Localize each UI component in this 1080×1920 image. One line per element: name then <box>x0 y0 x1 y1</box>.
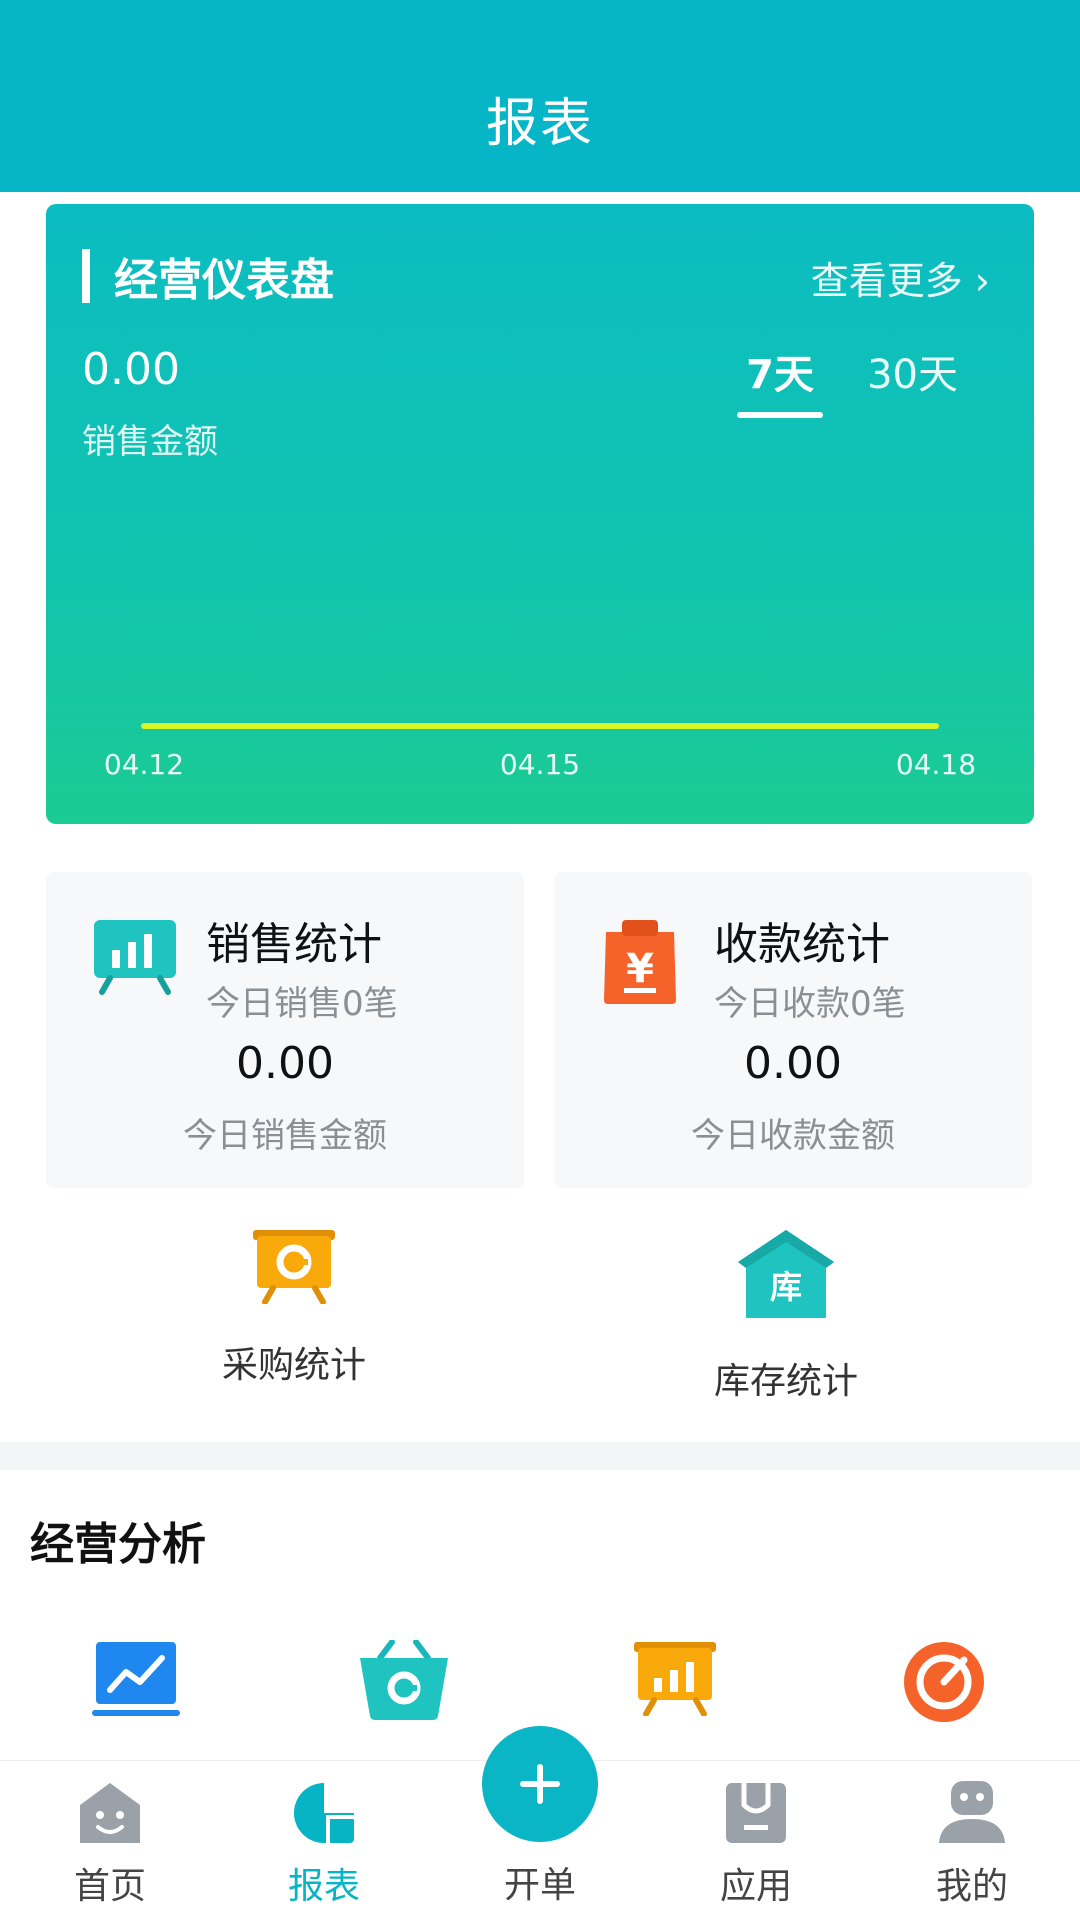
inventory-glyph: 库 <box>770 1268 802 1306</box>
gauge-icon[interactable] <box>902 1640 986 1724</box>
inventory-stats-label: 库存统计 <box>713 1361 858 1402</box>
sales-today-label: 今日销售金额 <box>183 1116 387 1156</box>
tab-mine-label: 我的 <box>935 1866 1008 1907</box>
receipts-count-text: 今日收款0笔 <box>714 984 906 1024</box>
receipts-today-value: 0.00 <box>744 1038 842 1089</box>
x-tick-label: 04.12 <box>104 748 184 781</box>
basket-pie-icon[interactable] <box>356 1640 452 1720</box>
analysis-icon-row <box>0 1640 1080 1740</box>
inventory-stats-shortcut[interactable]: 库 库存统计 <box>636 1228 936 1404</box>
tab-create-order-label: 开单 <box>503 1865 576 1906</box>
x-tick-label: 04.18 <box>896 748 976 781</box>
tab-apps[interactable]: 应用 <box>676 1781 836 1909</box>
tab-reports-label: 报表 <box>287 1866 360 1907</box>
trend-laptop-icon[interactable] <box>92 1640 180 1720</box>
sales-count-text: 今日销售0笔 <box>206 984 398 1024</box>
receipts-stats-title: 收款统计 <box>714 919 890 970</box>
chart-board-icon <box>94 920 176 995</box>
purchase-stats-shortcut[interactable]: 采购统计 <box>144 1228 444 1388</box>
warehouse-icon: 库 <box>738 1230 834 1318</box>
report-icon <box>294 1783 356 1845</box>
create-order-button[interactable] <box>482 1726 598 1842</box>
analysis-section-title: 经营分析 <box>30 1519 206 1570</box>
purchase-stats-label: 采购统计 <box>221 1345 366 1386</box>
yen-bag-icon: ¥ <box>604 920 676 1004</box>
sales-today-value: 0.00 <box>236 1038 334 1089</box>
tab-home[interactable]: 首页 <box>30 1781 190 1909</box>
sales-line-chart: 04.12 04.15 04.18 <box>104 723 976 781</box>
bag-icon <box>726 1783 786 1843</box>
bar-board-icon[interactable] <box>632 1640 718 1716</box>
receipts-today-label: 今日收款金额 <box>691 1116 895 1156</box>
section-divider <box>0 1442 1080 1470</box>
top-bar: 报表 <box>0 0 1080 192</box>
receipts-stats-card[interactable]: ¥ 收款统计 今日收款0笔 0.00 今日收款金额 <box>554 872 1032 1188</box>
plus-icon <box>520 1764 560 1804</box>
sales-stats-title: 销售统计 <box>206 919 382 970</box>
pie-board-icon <box>253 1230 335 1305</box>
page-title: 报表 <box>485 94 594 154</box>
x-tick-label: 04.15 <box>500 748 580 781</box>
sales-stats-card[interactable]: 销售统计 今日销售0笔 0.00 今日销售金额 <box>46 872 524 1188</box>
tab-apps-label: 应用 <box>719 1866 792 1907</box>
business-dashboard-card: 经营仪表盘 查看更多 › 0.00 销售金额 7天 30天 04.12 04.15… <box>46 204 1034 824</box>
home-face-icon <box>80 1783 140 1843</box>
tab-reports[interactable]: 报表 <box>244 1781 404 1909</box>
tab-home-label: 首页 <box>73 1866 146 1907</box>
profile-icon <box>939 1781 1005 1843</box>
tab-mine[interactable]: 我的 <box>892 1781 1052 1909</box>
svg-text:¥: ¥ <box>626 946 654 992</box>
